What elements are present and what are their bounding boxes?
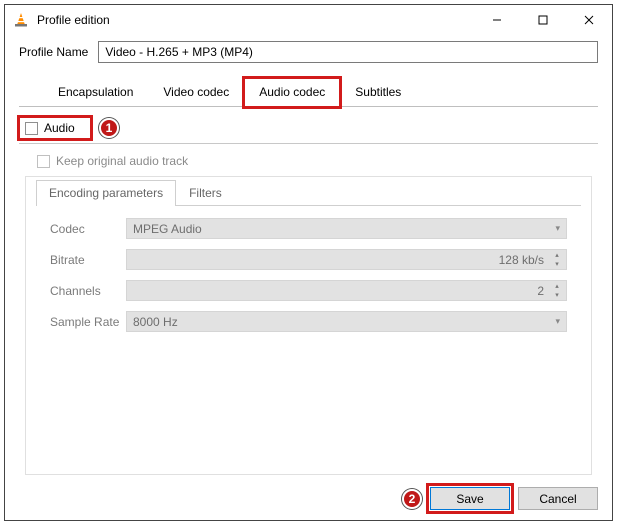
- encoding-panel: Encoding parameters Filters Codec MPEG A…: [25, 176, 592, 475]
- profile-name-label: Profile Name: [19, 45, 88, 59]
- titlebar: Profile edition: [5, 5, 612, 35]
- annotation-badge-2: 2: [402, 489, 422, 509]
- codec-select[interactable]: MPEG Audio ▾: [126, 218, 567, 239]
- chevron-down-icon: ▾: [555, 223, 560, 234]
- tab-bar: Encapsulation Video codec Audio codec Su…: [19, 77, 598, 107]
- tab-encapsulation[interactable]: Encapsulation: [43, 78, 148, 107]
- sample-rate-label: Sample Rate: [50, 315, 126, 329]
- cancel-button[interactable]: Cancel: [518, 487, 598, 510]
- channels-spin-buttons[interactable]: ▴▾: [550, 282, 564, 299]
- bitrate-label: Bitrate: [50, 253, 126, 267]
- chevron-down-icon: ▾: [555, 316, 560, 327]
- audio-checkbox-wrapper[interactable]: Audio: [19, 117, 91, 139]
- close-button[interactable]: [566, 5, 612, 35]
- subtab-filters[interactable]: Filters: [176, 180, 235, 206]
- keep-original-checkbox: [37, 155, 50, 168]
- divider: [19, 143, 598, 144]
- codec-value: MPEG Audio: [133, 222, 202, 236]
- profile-name-input[interactable]: [98, 41, 598, 63]
- audio-checkbox[interactable]: [25, 122, 38, 135]
- vlc-icon: [13, 12, 29, 28]
- sample-rate-select[interactable]: 8000 Hz ▾: [126, 311, 567, 332]
- annotation-badge-1: 1: [99, 118, 119, 138]
- subtab-encoding[interactable]: Encoding parameters: [36, 180, 176, 206]
- channels-value: 2: [537, 284, 544, 298]
- keep-original-label: Keep original audio track: [56, 154, 188, 168]
- window-title: Profile edition: [37, 13, 474, 27]
- tab-audio-codec[interactable]: Audio codec: [244, 78, 340, 107]
- sample-rate-value: 8000 Hz: [133, 315, 178, 329]
- maximize-button[interactable]: [520, 5, 566, 35]
- tab-subtitles[interactable]: Subtitles: [340, 78, 416, 107]
- save-button[interactable]: Save: [430, 487, 510, 510]
- channels-label: Channels: [50, 284, 126, 298]
- bitrate-spinner[interactable]: 128 kb/s ▴▾: [126, 249, 567, 270]
- keep-original-row: Keep original audio track: [19, 154, 598, 168]
- channels-spinner[interactable]: 2 ▴▾: [126, 280, 567, 301]
- tab-video-codec[interactable]: Video codec: [148, 78, 244, 107]
- minimize-button[interactable]: [474, 5, 520, 35]
- audio-checkbox-label: Audio: [44, 121, 75, 135]
- bitrate-spin-buttons[interactable]: ▴▾: [550, 251, 564, 268]
- codec-label: Codec: [50, 222, 126, 236]
- bitrate-value: 128 kb/s: [499, 253, 544, 267]
- subtab-bar: Encoding parameters Filters: [36, 179, 581, 206]
